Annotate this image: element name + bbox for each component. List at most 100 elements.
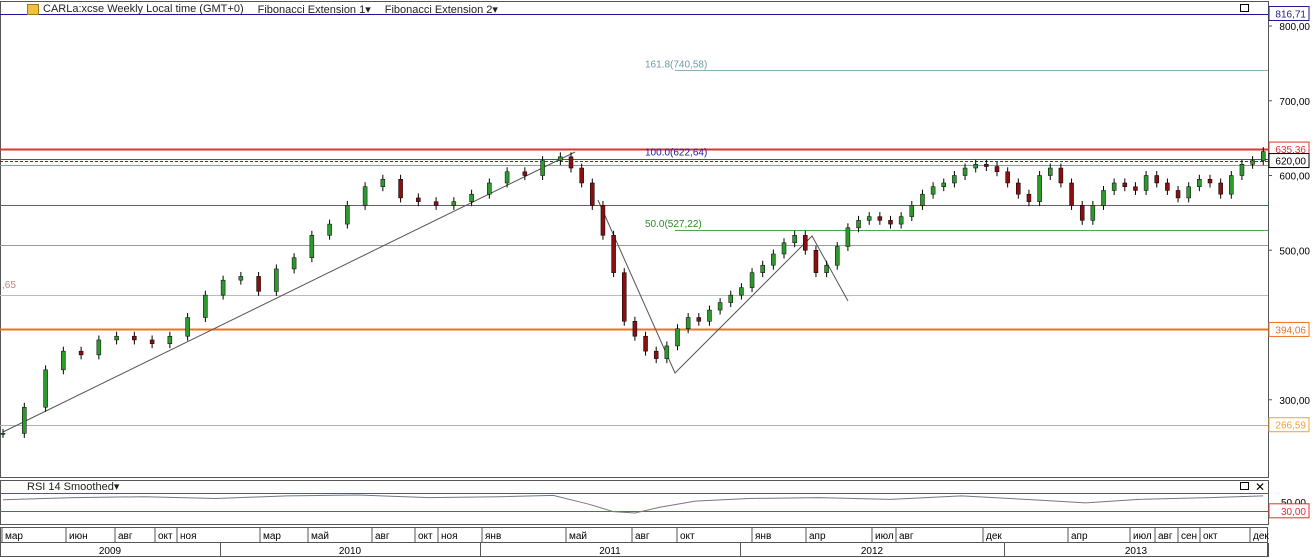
- fib-extension-1-menu[interactable]: Fibonacci Extension 1▾: [258, 3, 371, 17]
- candle-body-41: [664, 345, 670, 359]
- candle-body-66: [930, 186, 936, 195]
- y-tick-label-1: 700,00: [1279, 97, 1310, 108]
- candle-body-86: [1143, 175, 1149, 191]
- candle-body-51: [771, 253, 776, 266]
- candle-body-16: [291, 257, 297, 270]
- candle-body-24: [433, 201, 439, 206]
- candle-body-46: [717, 302, 723, 311]
- candle-body-27: [487, 182, 492, 195]
- candle-body-60: [866, 216, 872, 221]
- rsi-menu[interactable]: RSI 14 Smoothed▾: [27, 480, 119, 494]
- month-label-15: апр: [809, 531, 826, 542]
- candle-body-8: [149, 339, 155, 344]
- candle-body-31: [558, 156, 563, 161]
- month-label-11: май: [569, 531, 587, 542]
- candle-body-38: [632, 321, 638, 337]
- year-label-0: 2009: [99, 546, 122, 557]
- fib-label-1: 100.0(622,64): [645, 148, 707, 159]
- month-label-19: апр: [1071, 531, 1088, 542]
- month-label-17: авг: [899, 531, 914, 542]
- candle-body-28: [504, 171, 510, 184]
- candle-body-15: [274, 268, 279, 292]
- close-icon[interactable]: ✕: [1255, 481, 1265, 493]
- candle-body-50: [760, 264, 765, 273]
- candle-body-53: [792, 235, 797, 244]
- candle-body-88: [1165, 182, 1170, 191]
- candle-body-92: [1207, 178, 1213, 184]
- candle-body-55: [813, 250, 819, 273]
- candle-body-75: [1026, 193, 1032, 202]
- candle-body-91: [1197, 178, 1202, 187]
- month-label-13: окт: [680, 531, 695, 542]
- candle-body-42: [675, 328, 680, 347]
- candle-body-43: [685, 317, 691, 329]
- candle-body-61: [877, 216, 883, 221]
- candle-body-7: [132, 335, 137, 341]
- candle-body-9: [167, 335, 173, 344]
- candle-body-17: [309, 235, 315, 258]
- candle-body-95: [1239, 164, 1245, 176]
- candle-body-82: [1101, 190, 1106, 206]
- month-label-10: янв: [485, 531, 501, 542]
- candle-body-23: [416, 197, 421, 202]
- candle-body-11: [203, 294, 208, 318]
- y-tick-label-0: 800,00: [1279, 22, 1310, 33]
- candle-body-6: [114, 335, 119, 341]
- price-chart: 161.8(740,58) 100.0(622,64) 50.0(527,22) ,6…: [0, 1, 1310, 557]
- month-label-18: дек: [986, 531, 1002, 542]
- candle-body-71: [984, 164, 989, 167]
- candle-body-94: [1229, 175, 1234, 195]
- candle-body-85: [1133, 186, 1138, 191]
- candle-body-5: [96, 339, 102, 356]
- candle-body-2: [43, 369, 48, 408]
- candle-body-76: [1037, 175, 1042, 202]
- price-label-3: 394,06: [1275, 325, 1306, 336]
- candle-body-74: [1016, 182, 1021, 195]
- year-label-3: 2012: [861, 546, 884, 557]
- candle-body-84: [1122, 182, 1128, 187]
- maximize-rsi-button[interactable]: [1240, 482, 1249, 490]
- candle-body-62: [888, 220, 893, 225]
- month-label-20: июл: [1133, 531, 1152, 542]
- candle-body-48: [739, 287, 744, 296]
- candle-body-32: [568, 156, 574, 169]
- month-label-2: авг: [118, 531, 133, 542]
- maximize-chart-button[interactable]: [1240, 4, 1249, 12]
- candle-body-45: [707, 309, 712, 322]
- app-icon[interactable]: [27, 4, 39, 15]
- year-label-4: 2013: [1125, 546, 1148, 557]
- candle-body-20: [362, 186, 368, 206]
- y-tick-label-2: 600,00: [1279, 172, 1310, 183]
- month-label-24: дек: [1253, 531, 1269, 542]
- month-label-5: мар: [263, 531, 281, 542]
- fib-extension-2-menu[interactable]: Fibonacci Extension 2▾: [385, 3, 498, 17]
- symbol-label[interactable]: CARLa:xcse Weekly Local time (GMT+0): [43, 3, 244, 17]
- candle-body-19: [345, 205, 350, 225]
- candle-body-3: [61, 350, 66, 371]
- month-label-21: авг: [1158, 531, 1173, 542]
- month-label-3: окт: [158, 531, 173, 542]
- candle-body-13: [238, 276, 244, 281]
- candle-body-89: [1175, 190, 1181, 199]
- candle-body-65: [920, 193, 925, 206]
- month-label-12: авг: [635, 531, 650, 542]
- candle-body-80: [1079, 205, 1085, 221]
- candle-body-22: [398, 178, 403, 199]
- partial-price-label: ,65: [2, 280, 16, 291]
- candle-body-77: [1048, 167, 1053, 176]
- candle-body-47: [728, 294, 733, 303]
- fib-label-0: 161.8(740,58): [645, 59, 707, 70]
- candle-body-83: [1111, 182, 1117, 191]
- candle-body-30: [540, 160, 545, 176]
- candle-body-44: [696, 317, 702, 322]
- candle-body-0: [0, 433, 6, 435]
- candle-body-14: [256, 276, 261, 292]
- month-label-1: июн: [69, 531, 88, 542]
- candle-body-18: [327, 223, 332, 236]
- year-label-2: 2011: [599, 546, 621, 557]
- candle-body-1: [22, 406, 27, 434]
- candle-body-35: [600, 205, 606, 236]
- candle-body-39: [643, 335, 648, 352]
- rsi-label-0: 30,00: [1281, 507, 1306, 518]
- month-label-4: ноя: [180, 531, 197, 542]
